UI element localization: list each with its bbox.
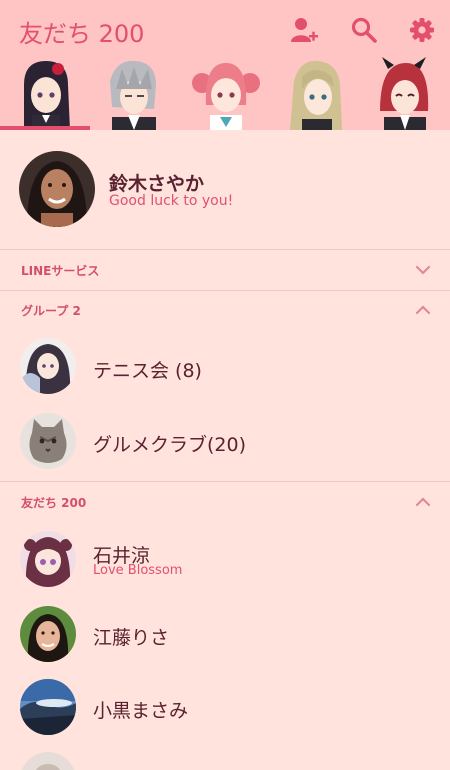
section-label-groups: グループ 2 xyxy=(21,304,81,318)
friend-name: 小黒まさみ xyxy=(93,700,189,722)
friend-status: Love Blossom xyxy=(93,563,183,578)
friend-name: 江藤りさ xyxy=(93,627,170,649)
friend-avatar[interactable] xyxy=(20,752,76,770)
page-title: 友だち 200 xyxy=(19,20,145,48)
tab-character-1[interactable] xyxy=(10,57,82,130)
divider xyxy=(0,481,450,482)
tab-character-2[interactable] xyxy=(98,57,170,130)
group-avatar xyxy=(20,338,76,394)
tab-character-4[interactable] xyxy=(280,57,352,130)
chevron-down-icon[interactable] xyxy=(414,264,432,276)
friend-avatar xyxy=(20,606,76,662)
profile-avatar[interactable] xyxy=(19,151,95,227)
gear-icon[interactable] xyxy=(408,16,436,44)
search-icon[interactable] xyxy=(350,16,378,44)
profile-status: Good luck to you! xyxy=(109,193,234,209)
chevron-up-icon[interactable] xyxy=(414,496,432,508)
profile-name: 鈴木さやか xyxy=(109,173,205,195)
section-label-line-services: LINEサービス xyxy=(21,264,100,278)
tab-character-3[interactable] xyxy=(190,57,262,130)
divider xyxy=(0,249,450,250)
add-friend-icon[interactable] xyxy=(290,16,318,44)
divider xyxy=(0,290,450,291)
tab-character-5[interactable] xyxy=(368,57,440,130)
group-name: テニス会 (8) xyxy=(93,360,202,382)
chevron-up-icon[interactable] xyxy=(414,304,432,316)
group-name: グルメクラブ(20) xyxy=(93,434,247,456)
friend-avatar xyxy=(20,679,76,735)
group-avatar xyxy=(20,413,76,469)
friend-avatar xyxy=(20,531,76,587)
section-label-friends: 友だち 200 xyxy=(21,496,87,510)
app-header: 友だち 200 xyxy=(0,0,450,130)
character-tabs xyxy=(0,57,450,130)
active-tab-indicator xyxy=(0,126,90,130)
